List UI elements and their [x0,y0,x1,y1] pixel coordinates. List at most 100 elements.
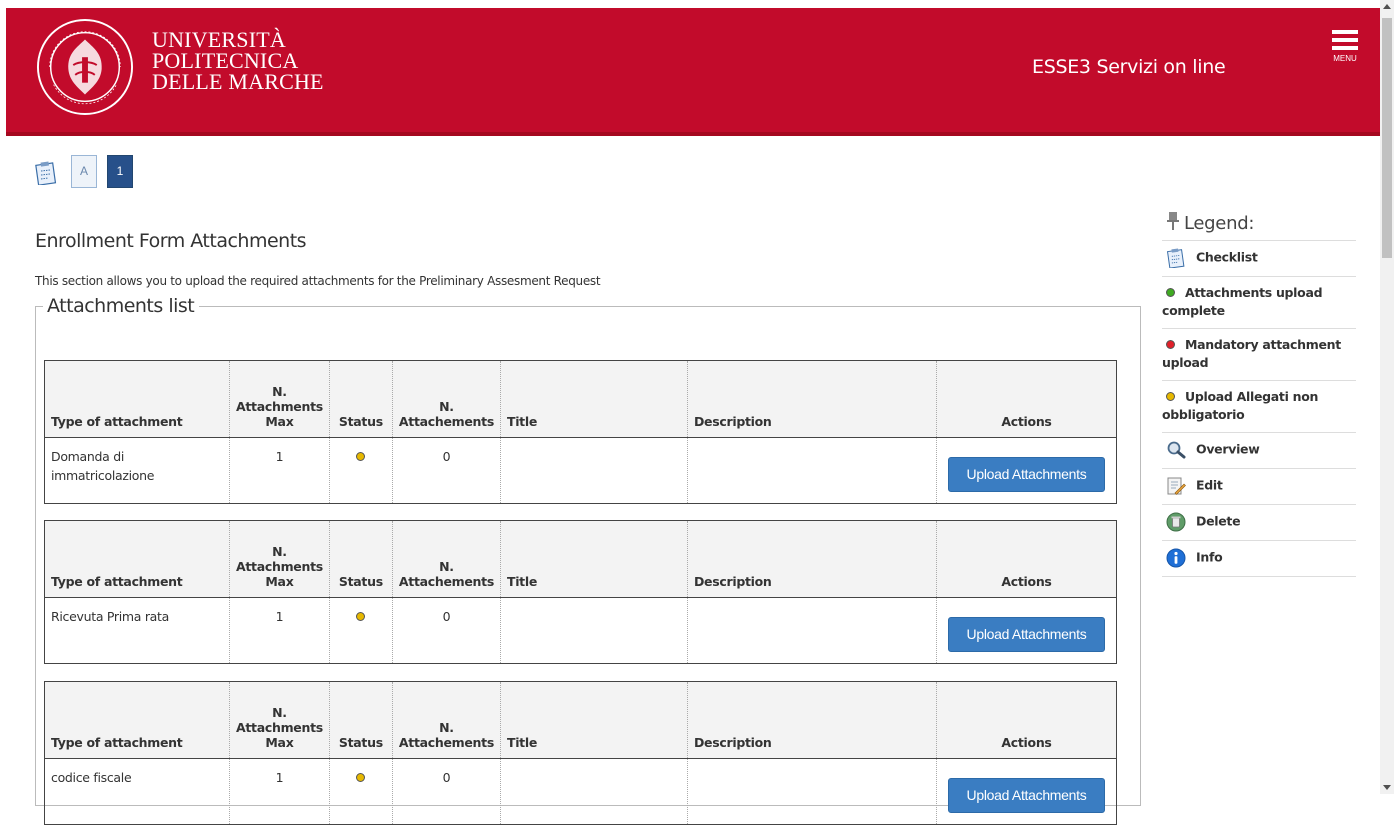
col-header-count-line: Attachements [398,735,494,750]
cell-title [499,758,688,825]
legend-label: Attachments upload complete [1162,285,1323,318]
col-header-count-line: Attachements [398,574,494,589]
attachment-table: Type of attachment N. Attachments Max Stat… [44,360,1117,504]
green-dot-icon [1166,288,1175,297]
col-header-count-line: Attachements [398,414,494,429]
cell-count: 0 [391,597,501,664]
col-header-max-line: Attachments [236,720,323,735]
university-name[interactable]: UNIVERSITÀ POLITECNICA DELLE MARCHE [152,27,324,94]
legend-item-optional: Upload Allegati non obbligatorio [1162,381,1356,433]
yellow-dot-icon [1166,392,1175,401]
col-header-title: Title [499,681,688,759]
col-header-count-line: N. [439,720,454,735]
university-name-line-1: UNIVERSITÀ [152,27,286,52]
cell-status [328,597,393,664]
col-header-max-line: Max [265,414,294,429]
university-name-line-2: POLITECNICA [152,48,299,73]
legend-label: Delete [1196,513,1241,529]
legend-item-mandatory: Mandatory attachment upload [1162,329,1356,381]
menu-button[interactable]: MENU [1322,30,1368,63]
col-header-max: N. Attachments Max [229,520,330,598]
delete-icon [1166,512,1186,532]
table-header-row: Type of attachment N. Attachments Max Stat… [44,681,1117,759]
scrollbar-thumb[interactable] [1382,18,1392,258]
upload-attachments-button[interactable]: Upload Attachments [947,617,1105,652]
col-header-description: Description [686,681,937,759]
page-intro: This section allows you to upload the re… [35,274,601,288]
col-header-max-line: Attachments [236,559,323,574]
status-yellow-dot-icon [356,773,366,782]
edit-icon [1167,477,1186,495]
cell-actions: Upload Attachments [935,437,1117,504]
table-row: Ricevuta Prima rata 1 0 Upload Attachmen… [45,597,1117,664]
cell-count: 0 [391,758,501,825]
info-icon [1166,548,1186,568]
cell-status [328,758,393,825]
step-1-active[interactable]: 1 [107,155,133,188]
upload-attachments-button[interactable]: Upload Attachments [947,457,1105,492]
checklist-icon [1166,248,1185,268]
pin-icon [1167,212,1179,230]
cell-title [499,437,688,504]
cell-max: 1 [229,597,330,664]
menu-label: MENU [1333,54,1357,63]
university-seal-logo[interactable] [36,18,134,116]
service-title: ESSE3 Servizi on line [1032,56,1226,78]
col-header-status: Status [328,520,393,598]
table-header-row: Type of attachment N. Attachments Max Stat… [44,520,1117,598]
hamburger-icon-bar [1332,46,1358,50]
legend-item-edit: Edit [1162,469,1356,505]
col-header-actions: Actions [935,360,1117,438]
checklist-icon[interactable] [35,161,57,185]
cell-max: 1 [229,758,330,825]
table-row: codice fiscale 1 0 Upload Attachments [45,758,1117,825]
university-name-line-3: DELLE MARCHE [152,69,324,94]
col-header-count-line: N. [439,399,454,414]
legend-item-checklist: Checklist [1162,241,1356,277]
fieldset-legend: Attachments list [43,295,200,317]
scroll-down-arrow-icon[interactable] [1383,785,1391,790]
legend-item-overview: Overview [1162,433,1356,469]
col-header-actions: Actions [935,681,1117,759]
cell-title [499,597,688,664]
magnifier-icon [1167,441,1186,459]
col-header-status: Status [328,681,393,759]
col-header-count-line: N. [439,559,454,574]
col-header-max-line: Max [265,574,294,589]
red-dot-icon [1166,340,1175,349]
attachment-table: Type of attachment N. Attachments Max Stat… [44,520,1117,664]
cell-description [686,437,937,504]
attachment-table: Type of attachment N. Attachments Max Stat… [44,681,1117,825]
legend-label: Checklist [1196,249,1258,265]
status-yellow-dot-icon [356,612,366,621]
legend-item-info: Info [1162,541,1356,577]
legend-label: Overview [1196,441,1260,457]
legend-label: Upload Allegati non obbligatorio [1162,389,1319,422]
cell-type: Ricevuta Prima rata [51,609,169,624]
col-header-count: N. Attachements [391,520,501,598]
cell-actions: Upload Attachments [935,597,1117,664]
col-header-status: Status [328,360,393,438]
cell-description [686,758,937,825]
col-header-max-line: Max [265,735,294,750]
col-header-type: Type of attachment [44,681,230,759]
cell-count: 0 [391,437,501,504]
status-yellow-dot-icon [356,452,366,461]
legend-sidebar: Legend: Checklist Attachments upload com… [1162,206,1356,577]
cell-type: codice fiscale [51,770,132,785]
col-header-max-line: N. [272,705,287,720]
hamburger-icon [1332,30,1358,34]
step-a[interactable]: A [71,155,97,188]
cell-status [328,437,393,504]
upload-attachments-button[interactable]: Upload Attachments [947,778,1105,813]
col-header-title: Title [499,520,688,598]
cell-max: 1 [229,437,330,504]
page-scrollbar[interactable] [1380,0,1394,794]
cell-actions: Upload Attachments [935,758,1117,825]
col-header-max: N. Attachments Max [229,360,330,438]
legend-header: Legend: [1162,206,1356,241]
legend-label: Mandatory attachment upload [1162,337,1341,370]
scroll-up-arrow-icon[interactable] [1383,4,1391,9]
legend-label: Edit [1196,477,1223,493]
col-header-max: N. Attachments Max [229,681,330,759]
